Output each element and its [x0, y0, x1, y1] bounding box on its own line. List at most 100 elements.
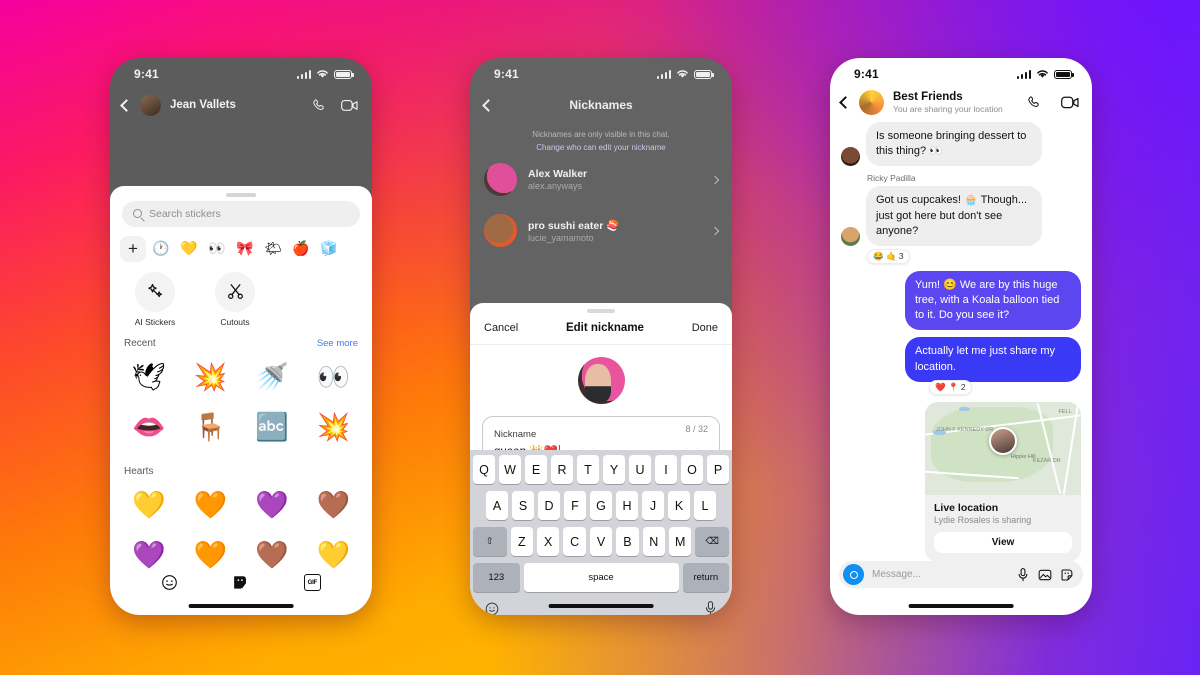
key-e[interactable]: E — [525, 455, 547, 484]
sticker-tab-icon[interactable] — [232, 574, 249, 591]
sticker-item[interactable]: 🤎 — [241, 531, 303, 581]
shift-key[interactable]: ⇧ — [472, 527, 507, 556]
sticker-item[interactable]: 💜 — [118, 531, 180, 581]
key-u[interactable]: U — [629, 455, 651, 484]
cancel-button[interactable]: Cancel — [484, 322, 518, 334]
sheet-grabber[interactable] — [226, 193, 256, 197]
category-recent[interactable]: 🕐 — [148, 236, 174, 262]
message-bubble[interactable]: Yum! 😊 We are by this huge tree, with a … — [905, 270, 1081, 331]
sticker-item[interactable]: 💥 — [303, 403, 365, 453]
map-preview[interactable]: JOHN F KENNEDY DR FELL KEZAR DR Hippie H… — [925, 401, 1081, 495]
key-p[interactable]: P — [707, 455, 729, 484]
key-x[interactable]: X — [536, 527, 560, 556]
sticker-item[interactable]: 🔤 — [241, 403, 303, 453]
key-t[interactable]: T — [577, 455, 599, 484]
live-location-card[interactable]: JOHN F KENNEDY DR FELL KEZAR DR Hippie H… — [925, 401, 1081, 562]
key-y[interactable]: Y — [603, 455, 625, 484]
sticker-item[interactable]: 🚿 — [241, 353, 303, 403]
category-hearts[interactable]: 💛 — [176, 236, 202, 262]
key-a[interactable]: A — [486, 491, 508, 520]
reaction-badge[interactable]: ❤️ 📍 2 — [929, 379, 972, 395]
location-avatar-pin[interactable] — [989, 426, 1017, 455]
key-r[interactable]: R — [551, 455, 573, 484]
message-input-placeholder[interactable]: Message... — [872, 569, 1008, 580]
key-d[interactable]: D — [538, 491, 560, 520]
key-h[interactable]: H — [616, 491, 638, 520]
key-j[interactable]: J — [642, 491, 664, 520]
message-bubble[interactable]: Actually let me just share my location. — [905, 337, 1081, 382]
sticker-item[interactable]: 🪑 — [180, 403, 242, 453]
category-pink[interactable]: 🎀 — [232, 236, 258, 262]
category-add-pack[interactable]: + — [120, 235, 146, 262]
key-v[interactable]: V — [589, 527, 613, 556]
search-stickers-input[interactable]: Search stickers — [122, 200, 360, 227]
view-location-button[interactable]: View — [934, 531, 1072, 553]
back-chevron-icon[interactable] — [120, 98, 133, 112]
sticker-item[interactable]: 🤎 — [303, 481, 365, 531]
done-button[interactable]: Done — [692, 322, 718, 334]
sticker-tools: AI Stickers Cutouts — [110, 264, 372, 327]
camera-icon[interactable] — [843, 564, 864, 585]
sticker-item[interactable]: 🧡 — [180, 481, 242, 531]
message-bubble[interactable]: Is someone bringing dessert to this thin… — [866, 122, 1042, 167]
key-l[interactable]: L — [694, 491, 716, 520]
ai-stickers-button[interactable]: AI Stickers — [128, 271, 182, 327]
back-chevron-icon[interactable] — [839, 96, 852, 109]
key-c[interactable]: C — [563, 527, 586, 556]
reaction-badge[interactable]: 😂 🤙 3 — [867, 248, 910, 264]
backspace-key[interactable]: ⌫ — [695, 527, 730, 556]
key-m[interactable]: M — [669, 527, 692, 556]
sticker-item[interactable]: 🧡 — [180, 531, 242, 581]
gif-tab-icon[interactable]: GIF — [303, 574, 321, 591]
phone-icon[interactable] — [1027, 95, 1042, 110]
return-key[interactable]: return — [682, 563, 729, 592]
sticker-item[interactable]: 👄 — [118, 403, 180, 453]
key-o[interactable]: O — [681, 455, 703, 484]
sticker-item[interactable]: 🕊 — [118, 353, 180, 403]
nickname-row[interactable]: Alex Walker alex.anyways — [470, 154, 732, 205]
key-s[interactable]: S — [512, 491, 534, 520]
sticker-item[interactable]: 💥 — [180, 353, 242, 403]
key-k[interactable]: K — [668, 491, 690, 520]
category-cloud[interactable]: 🌤 — [260, 236, 286, 262]
photo-icon[interactable] — [1038, 568, 1052, 582]
key-g[interactable]: G — [590, 491, 612, 520]
cutouts-button[interactable]: Cutouts — [208, 271, 262, 327]
key-q[interactable]: Q — [473, 455, 495, 484]
sticker-item[interactable]: 💛 — [118, 481, 180, 531]
key-w[interactable]: W — [499, 455, 521, 484]
phone-icon[interactable] — [312, 98, 327, 113]
sticker-item[interactable]: 👀 — [303, 353, 365, 403]
message-composer[interactable]: Message... — [839, 561, 1083, 588]
avatar[interactable] — [841, 147, 860, 167]
emoji-key-icon[interactable] — [485, 602, 499, 616]
key-i[interactable]: I — [655, 455, 677, 484]
key-n[interactable]: N — [642, 527, 666, 556]
map-label: FELL — [1058, 409, 1072, 416]
avatar[interactable] — [841, 226, 860, 246]
space-key[interactable]: space — [523, 563, 679, 592]
group-avatar[interactable] — [859, 90, 884, 115]
sticker-item[interactable]: 💛 — [303, 531, 365, 581]
category-eyes[interactable]: 👀 — [204, 236, 230, 262]
video-camera-icon[interactable] — [1061, 96, 1079, 109]
video-camera-icon[interactable] — [341, 99, 358, 112]
key-b[interactable]: B — [616, 527, 639, 556]
emoji-tab-icon[interactable] — [161, 574, 178, 591]
microphone-icon[interactable] — [1016, 567, 1030, 582]
status-bar: 9:41 — [470, 58, 732, 86]
category-red[interactable]: 🍎 — [288, 236, 314, 262]
key-z[interactable]: Z — [510, 527, 533, 556]
sticker-item[interactable]: 💜 — [241, 481, 303, 531]
message-bubble[interactable]: Got us cupcakes! 🧁 Though... just got he… — [866, 186, 1042, 246]
category-blue[interactable]: 🧊 — [316, 236, 342, 262]
sticker-icon[interactable] — [1060, 568, 1074, 582]
ai-sparkle-icon — [135, 271, 175, 312]
see-more-link[interactable]: See more — [317, 338, 358, 349]
avatar[interactable] — [140, 94, 161, 116]
key-f[interactable]: F — [564, 491, 586, 520]
dictation-key-icon[interactable] — [704, 601, 717, 615]
numbers-key[interactable]: 123 — [473, 563, 520, 592]
nickname-row[interactable]: pro sushi eater 🍣 lucie_yamamoto — [470, 205, 732, 256]
change-who-can-edit-link[interactable]: Change who can edit your nickname — [536, 143, 665, 152]
